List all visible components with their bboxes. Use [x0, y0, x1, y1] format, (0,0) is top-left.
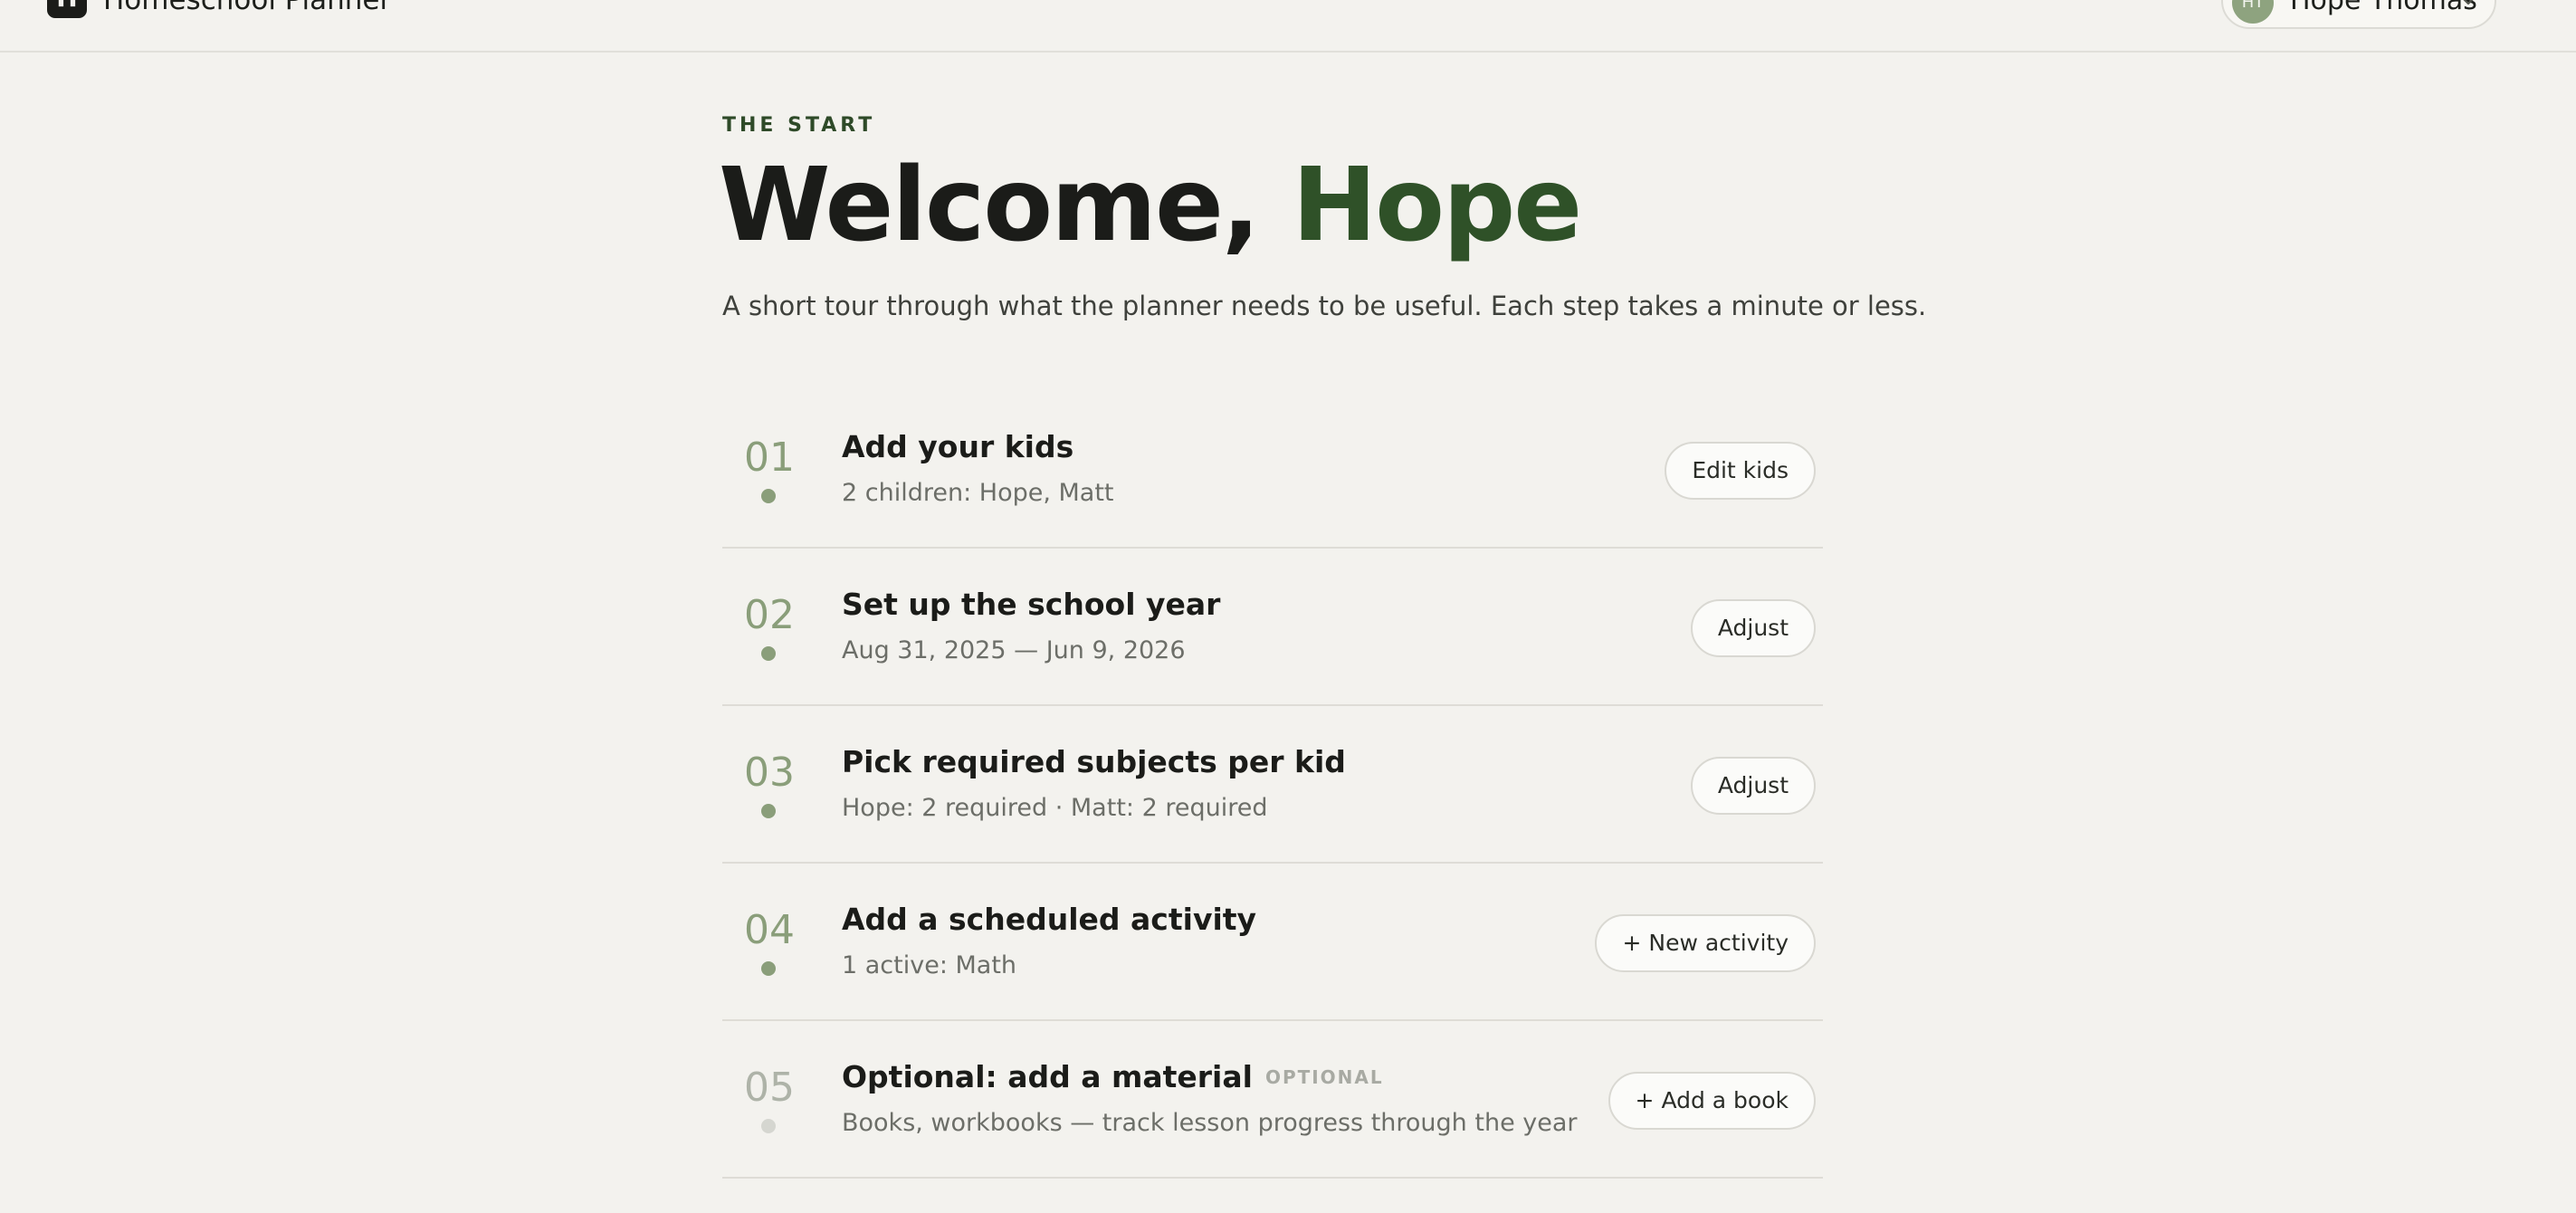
welcome-prefix: Welcome, [719, 147, 1293, 264]
step-title: Add a scheduled activity [842, 902, 1257, 937]
step-title: Add your kids [842, 429, 1074, 464]
user-menu-button[interactable]: HT Hope Thomas [2221, 0, 2496, 29]
step-description: 1 active: Math [842, 951, 1017, 979]
step-scheduled-activity: 04 Add a scheduled activity 1 active: Ma… [722, 864, 1823, 1021]
top-bar: H Homeschool Planner HT Hope Thomas [0, 0, 2576, 53]
step-title: Set up the school year [842, 587, 1221, 622]
onboarding-steps: 01 Add your kids 2 children: Hope, Matt … [722, 391, 1823, 1179]
optional-badge: OPTIONAL [1264, 1066, 1384, 1088]
step-status-dot [761, 489, 776, 503]
step-add-material: 05 Optional: add a material OPTIONAL Book… [722, 1021, 1823, 1179]
step-add-kids: 01 Add your kids 2 children: Hope, Matt … [722, 391, 1823, 549]
step-description: 2 children: Hope, Matt [842, 479, 1114, 507]
welcome-name: Hope [1292, 147, 1582, 264]
step-number: 02 [744, 592, 795, 638]
step-title-text: Optional: add a material [842, 1059, 1253, 1094]
step-status-dot [761, 961, 776, 976]
page-title: Welcome, Hope [719, 147, 1582, 264]
step-school-year: 02 Set up the school year Aug 31, 2025 —… [722, 549, 1823, 706]
step-status-dot [761, 646, 776, 661]
step-status-dot [761, 804, 776, 818]
step-number: 05 [744, 1065, 795, 1111]
app-title[interactable]: Homeschool Planner [103, 0, 391, 16]
new-activity-button[interactable]: + New activity [1595, 914, 1816, 972]
step-description: Hope: 2 required · Matt: 2 required [842, 794, 1268, 822]
user-name: Hope Thomas [2290, 0, 2477, 16]
step-description: Books, workbooks — track lesson progress… [842, 1109, 1578, 1137]
step-number: 04 [744, 907, 795, 953]
avatar: HT [2232, 0, 2274, 24]
add-book-button[interactable]: + Add a book [1608, 1072, 1816, 1130]
adjust-subjects-button[interactable]: Adjust [1690, 757, 1816, 815]
section-eyebrow: THE START [722, 114, 876, 137]
step-description: Aug 31, 2025 — Jun 9, 2026 [842, 636, 1186, 664]
step-title: Optional: add a material OPTIONAL [842, 1059, 1384, 1095]
step-number: 03 [744, 750, 795, 796]
adjust-school-year-button[interactable]: Adjust [1690, 599, 1816, 657]
chevron-down-icon [2463, 0, 2474, 5]
step-required-subjects: 03 Pick required subjects per kid Hope: … [722, 706, 1823, 864]
app-logo[interactable]: H [47, 0, 87, 18]
step-title: Pick required subjects per kid [842, 744, 1346, 779]
page-subtitle: A short tour through what the planner ne… [722, 291, 1927, 321]
edit-kids-button[interactable]: Edit kids [1665, 442, 1816, 500]
step-status-dot [761, 1119, 776, 1133]
step-number: 01 [744, 435, 795, 481]
